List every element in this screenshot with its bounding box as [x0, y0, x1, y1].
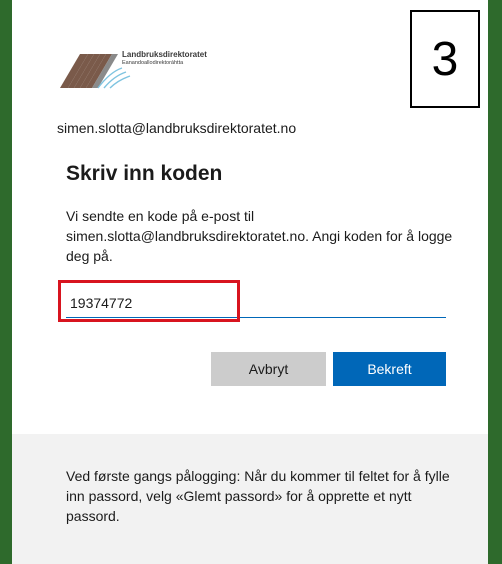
cancel-button[interactable]: Avbryt — [211, 352, 326, 386]
account-identity: simen.slotta@landbruksdirektoratet.no — [57, 120, 297, 136]
page-title: Skriv inn koden — [66, 162, 223, 185]
logo-org-name: Landbruksdirektoratet — [122, 50, 207, 59]
input-highlight-box — [58, 280, 240, 322]
footer-note: Ved første gangs pålogging: Når du komme… — [66, 468, 450, 524]
step-number-badge: 3 — [410, 10, 480, 108]
instruction-text: Vi sendte en kode på e-post til simen.sl… — [66, 208, 453, 264]
logo-org-name-sami: Eanandoallodirektoráhtta — [122, 60, 184, 66]
confirm-button[interactable]: Bekreft — [333, 352, 446, 386]
